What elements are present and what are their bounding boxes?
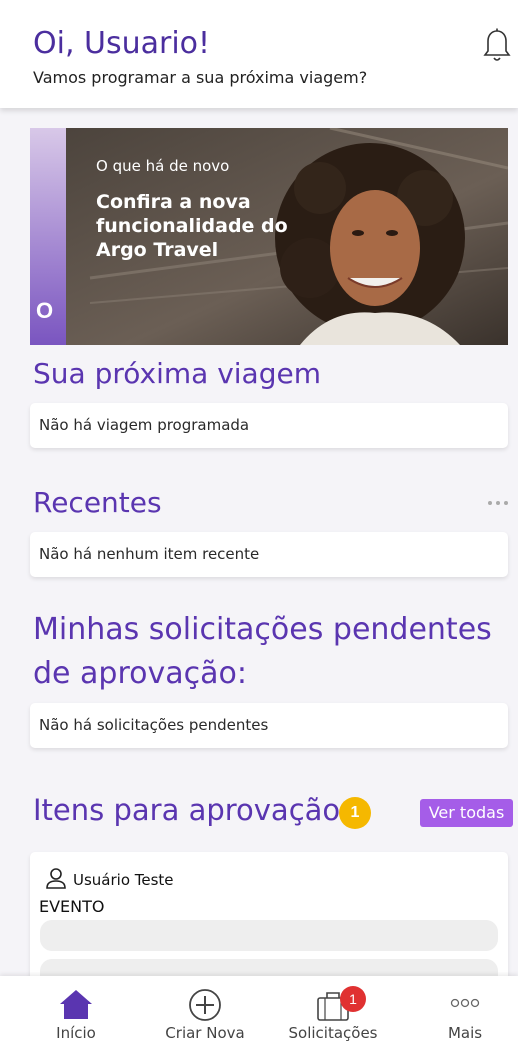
home-icon <box>60 990 92 1019</box>
approval-item-user: Usuário Teste <box>73 871 174 889</box>
placeholder-bar <box>40 920 498 951</box>
recents-empty-text: Não há nenhum item recente <box>39 545 260 563</box>
pending-title: Minhas solicitações pendentes de aprovaç… <box>33 612 492 691</box>
banner-kicker: O que há de novo <box>96 157 230 175</box>
approval-title: Itens para aprovação <box>33 793 341 827</box>
banner-side-text: O <box>36 298 54 323</box>
app-header: Oi, Usuario! Vamos programar a sua próxi… <box>0 0 518 108</box>
nav-item-inicio[interactable]: Início <box>38 976 114 1047</box>
pending-empty-text: Não há solicitações pendentes <box>39 716 269 734</box>
next-trip-card: Não há viagem programada <box>30 403 508 448</box>
nav-label-solicitacoes: Solicitações <box>288 1024 378 1042</box>
approval-count-badge: 1 <box>339 797 371 829</box>
view-all-button[interactable]: Ver todas <box>420 799 513 827</box>
solicitacoes-badge: 1 <box>340 986 366 1012</box>
nav-item-mais[interactable]: Mais <box>430 976 500 1047</box>
more-options-icon[interactable] <box>486 496 510 510</box>
greeting-title: Oi, Usuario! <box>33 26 211 61</box>
recents-card: Não há nenhum item recente <box>30 532 508 577</box>
nav-item-solicitacoes[interactable]: 1 Solicitações <box>285 976 381 1047</box>
plus-circle-icon <box>189 989 221 1021</box>
approval-item-type: EVENTO <box>39 897 105 916</box>
bottom-navigation: Início Criar Nova 1 Solicitações Mais <box>0 976 518 1047</box>
more-dots-icon <box>450 998 480 1008</box>
bell-icon[interactable] <box>482 28 512 64</box>
banner-title: Confira a nova funcionalidade do Argo Tr… <box>96 191 288 261</box>
nav-label-mais: Mais <box>447 1024 483 1042</box>
recents-title: Recentes <box>33 486 162 519</box>
nav-label-criar-nova: Criar Nova <box>165 1024 245 1042</box>
user-icon <box>46 868 66 889</box>
approval-item-card[interactable]: Usuário Teste EVENTO <box>30 852 508 992</box>
nav-label-inicio: Início <box>56 1024 96 1042</box>
pending-card: Não há solicitações pendentes <box>30 703 508 748</box>
greeting-subtitle: Vamos programar a sua próxima viagem? <box>33 68 368 87</box>
nav-item-criar-nova[interactable]: Criar Nova <box>160 976 250 1047</box>
next-trip-title: Sua próxima viagem <box>33 357 321 390</box>
next-trip-empty-text: Não há viagem programada <box>39 416 250 434</box>
